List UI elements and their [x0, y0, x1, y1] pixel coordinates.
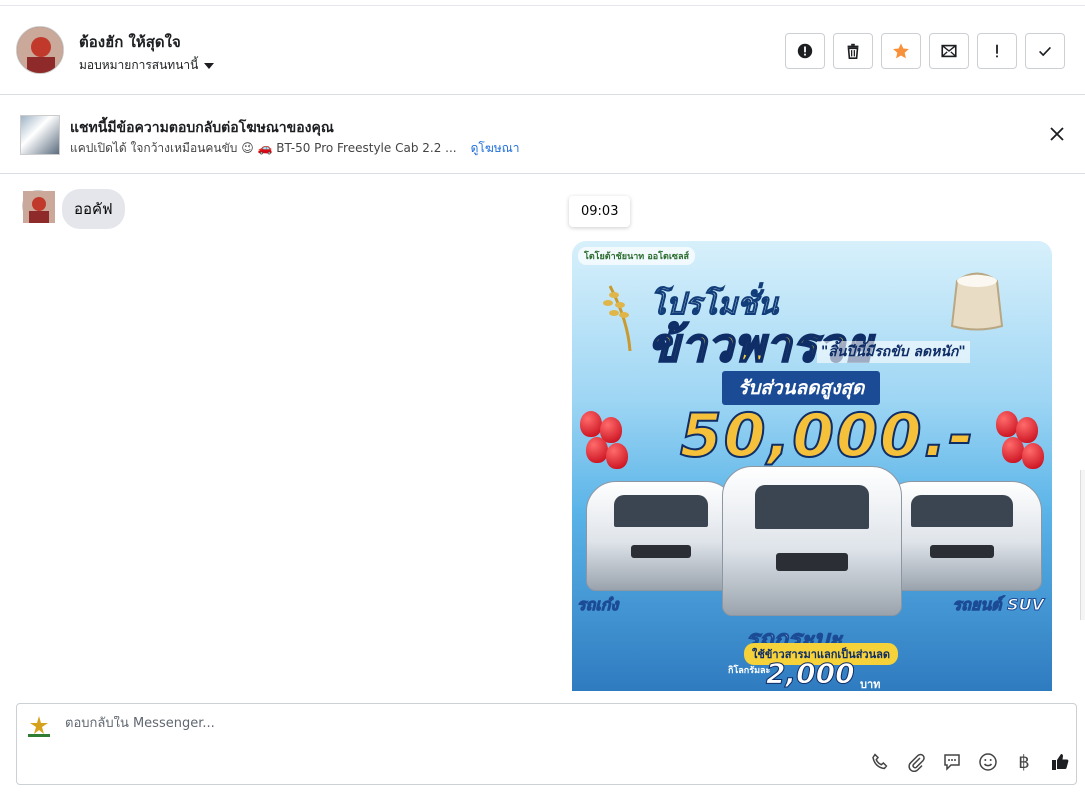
ad-context-title: แชทนี้มีข้อความตอบกลับต่อโฆษณาของคุณ [70, 120, 334, 136]
promo-label-sedan: รถเก๋ง [576, 595, 619, 615]
reply-input[interactable] [65, 716, 965, 731]
assign-conversation-dropdown[interactable]: มอบหมายการสนทนานี้ [79, 56, 215, 75]
composer-tools: ฿ [868, 750, 1072, 774]
promo-baht: บาท [860, 678, 881, 691]
suv-car-image [882, 481, 1042, 591]
promo-price: 2,000 [766, 657, 856, 691]
contact-name[interactable]: ต้องฮัก ให้สุดใจ [79, 30, 181, 54]
promo-label-suv: รถยนต์ SUV [952, 595, 1044, 615]
delete-button[interactable] [833, 33, 873, 69]
balloons-right-icon [992, 411, 1047, 491]
ad-thumbnail[interactable] [20, 115, 60, 155]
thumbs-up-icon [1052, 754, 1069, 770]
promo-brand: โตโยต้าชัยนาท ออโตเซลส์ [578, 247, 696, 265]
saved-replies-button[interactable] [940, 750, 964, 774]
thread-scrollbar[interactable] [1080, 470, 1085, 620]
close-ad-context-button[interactable] [1045, 122, 1069, 146]
promo-tagline: "สิ้นปีนี้มีรถขับ ลดหนัก" [817, 341, 970, 363]
rice-sack-icon [950, 272, 1004, 331]
report-spam-button[interactable] [785, 33, 825, 69]
trash-icon [847, 43, 859, 60]
promo-image-attachment[interactable]: โตโยต้าชัยนาท ออโตเซลส์ โปรโมชั่น ข้าวพา… [572, 241, 1052, 691]
ad-context-subtitle: แคปเปิดได้ ใจกว้างเหมือนคนขับ 😉 🚗 BT-50 … [70, 141, 457, 155]
star-button[interactable] [881, 33, 921, 69]
exclamation-icon [996, 44, 998, 58]
page-logo-icon [28, 716, 50, 737]
header-actions [785, 33, 1065, 69]
check-icon [1039, 46, 1051, 57]
baht-icon: ฿ [1018, 751, 1030, 773]
chat-bubble-icon [944, 754, 960, 771]
paperclip-icon [908, 753, 925, 772]
attach-button[interactable] [904, 750, 928, 774]
assign-label: มอบหมายการสนทนานี้ [79, 58, 199, 72]
ad-context-bar: แชทนี้มีข้อความตอบกลับต่อโฆษณาของคุณ แคป… [0, 96, 1085, 174]
pickup-truck-image [722, 466, 902, 616]
phone-icon [872, 753, 888, 770]
envelope-icon [941, 44, 957, 58]
sedan-car-image [586, 481, 736, 591]
payment-button[interactable]: ฿ [1012, 750, 1036, 774]
message-thread[interactable]: ออคัฟ 09:03 โตโยต้าชัยนาท ออโตเซลส์ โปรโ… [0, 175, 1085, 703]
ad-context-subtitle-row: แคปเปิดได้ ใจกว้างเหมือนคนขับ 😉 🚗 BT-50 … [70, 139, 520, 158]
incoming-message-bubble[interactable]: ออคัฟ [62, 189, 125, 229]
caret-down-icon [204, 62, 215, 69]
view-ad-link[interactable]: ดูโฆษณา [471, 139, 520, 158]
promo-discount-label: รับส่วนลดสูงสุด [722, 371, 881, 405]
call-button[interactable] [868, 750, 892, 774]
star-icon [893, 43, 909, 59]
promo-per-kg: กิโลกรัมละ [728, 666, 771, 676]
close-icon [1050, 127, 1064, 141]
alert-circle-icon [797, 43, 813, 59]
balloons-left-icon [576, 411, 631, 491]
contact-avatar[interactable] [16, 26, 64, 74]
like-button[interactable] [1048, 750, 1072, 774]
emoji-button[interactable] [976, 750, 1000, 774]
conversation-header: ต้องฮัก ให้สุดใจ มอบหมายการสนทนานี้ [0, 5, 1085, 95]
follow-up-button[interactable] [977, 33, 1017, 69]
sender-avatar [22, 190, 55, 223]
reply-composer: ฿ [16, 703, 1077, 785]
smiley-icon [979, 753, 997, 771]
mark-unread-button[interactable] [929, 33, 969, 69]
promo-amount: 50,000.- [679, 400, 976, 472]
message-timestamp-tooltip: 09:03 [569, 196, 631, 227]
mark-done-button[interactable] [1025, 33, 1065, 69]
